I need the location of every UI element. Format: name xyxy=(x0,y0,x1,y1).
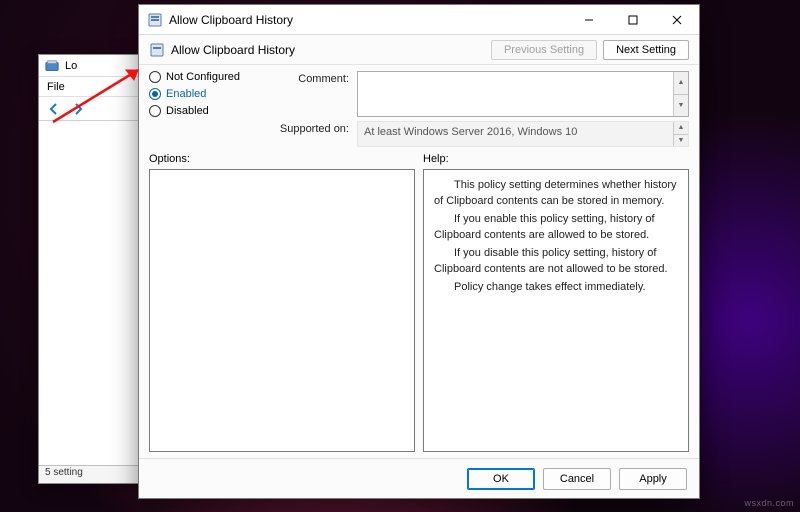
window-controls xyxy=(567,5,699,34)
minimize-button[interactable] xyxy=(567,5,611,34)
dialog-subheader: Allow Clipboard History Previous Setting… xyxy=(139,35,699,65)
help-paragraph: If you enable this policy setting, histo… xyxy=(434,212,678,244)
dialog-footer: OK Cancel Apply xyxy=(139,458,699,498)
comment-input[interactable]: ▲▼ xyxy=(357,71,689,117)
help-label: Help: xyxy=(423,153,689,165)
policy-icon-small xyxy=(149,42,165,58)
radio-enabled[interactable]: Enabled xyxy=(149,88,259,100)
menu-file[interactable]: File xyxy=(47,81,65,93)
radio-icon xyxy=(149,88,161,100)
chevron-down-icon: ▼ xyxy=(673,95,688,117)
options-box[interactable] xyxy=(149,169,415,452)
back-icon[interactable] xyxy=(45,100,63,118)
comment-scroll[interactable]: ▲▼ xyxy=(673,72,688,116)
gpedit-icon xyxy=(45,59,59,73)
close-button[interactable] xyxy=(655,5,699,34)
radio-icon xyxy=(149,105,161,117)
maximize-button[interactable] xyxy=(611,5,655,34)
radio-disabled[interactable]: Disabled xyxy=(149,105,259,117)
ok-button[interactable]: OK xyxy=(467,468,535,490)
radio-icon xyxy=(149,71,161,83)
help-paragraph: Policy change takes effect immediately. xyxy=(434,280,678,296)
forward-icon[interactable] xyxy=(69,100,87,118)
help-box[interactable]: This policy setting determines whether h… xyxy=(423,169,689,452)
comment-label: Comment: xyxy=(269,71,349,85)
radio-not-configured[interactable]: Not Configured xyxy=(149,71,259,83)
policy-dialog: Allow Clipboard History Allow Clipboard … xyxy=(138,4,700,499)
supported-scroll[interactable]: ▲▼ xyxy=(673,122,688,146)
gpedit-title: Lo xyxy=(65,60,77,72)
dialog-title: Allow Clipboard History xyxy=(169,13,293,27)
cancel-button[interactable]: Cancel xyxy=(543,468,611,490)
help-paragraph: If you disable this policy setting, hist… xyxy=(434,246,678,278)
config-row: Not Configured Enabled Disabled Comment:… xyxy=(139,65,699,149)
watermark: wsxdn.com xyxy=(744,498,794,508)
status-text: 5 setting xyxy=(45,467,83,478)
next-setting-button[interactable]: Next Setting xyxy=(603,40,689,60)
state-radio-group: Not Configured Enabled Disabled xyxy=(149,71,259,147)
supported-on-field: At least Windows Server 2016, Windows 10… xyxy=(357,121,689,147)
panes: Options: Help: This policy setting deter… xyxy=(139,149,699,458)
help-pane: Help: This policy setting determines whe… xyxy=(423,153,689,452)
dialog-titlebar: Allow Clipboard History xyxy=(139,5,699,35)
chevron-down-icon: ▼ xyxy=(673,135,688,147)
apply-button[interactable]: Apply xyxy=(619,468,687,490)
dialog-subtitle: Allow Clipboard History xyxy=(171,43,295,57)
supported-label: Supported on: xyxy=(269,121,349,135)
previous-setting-button[interactable]: Previous Setting xyxy=(491,40,597,60)
policy-icon xyxy=(147,12,163,28)
options-label: Options: xyxy=(149,153,415,165)
chevron-up-icon: ▲ xyxy=(673,72,688,95)
chevron-up-icon: ▲ xyxy=(673,122,688,135)
help-paragraph: This policy setting determines whether h… xyxy=(434,178,678,210)
options-pane: Options: xyxy=(149,153,415,452)
